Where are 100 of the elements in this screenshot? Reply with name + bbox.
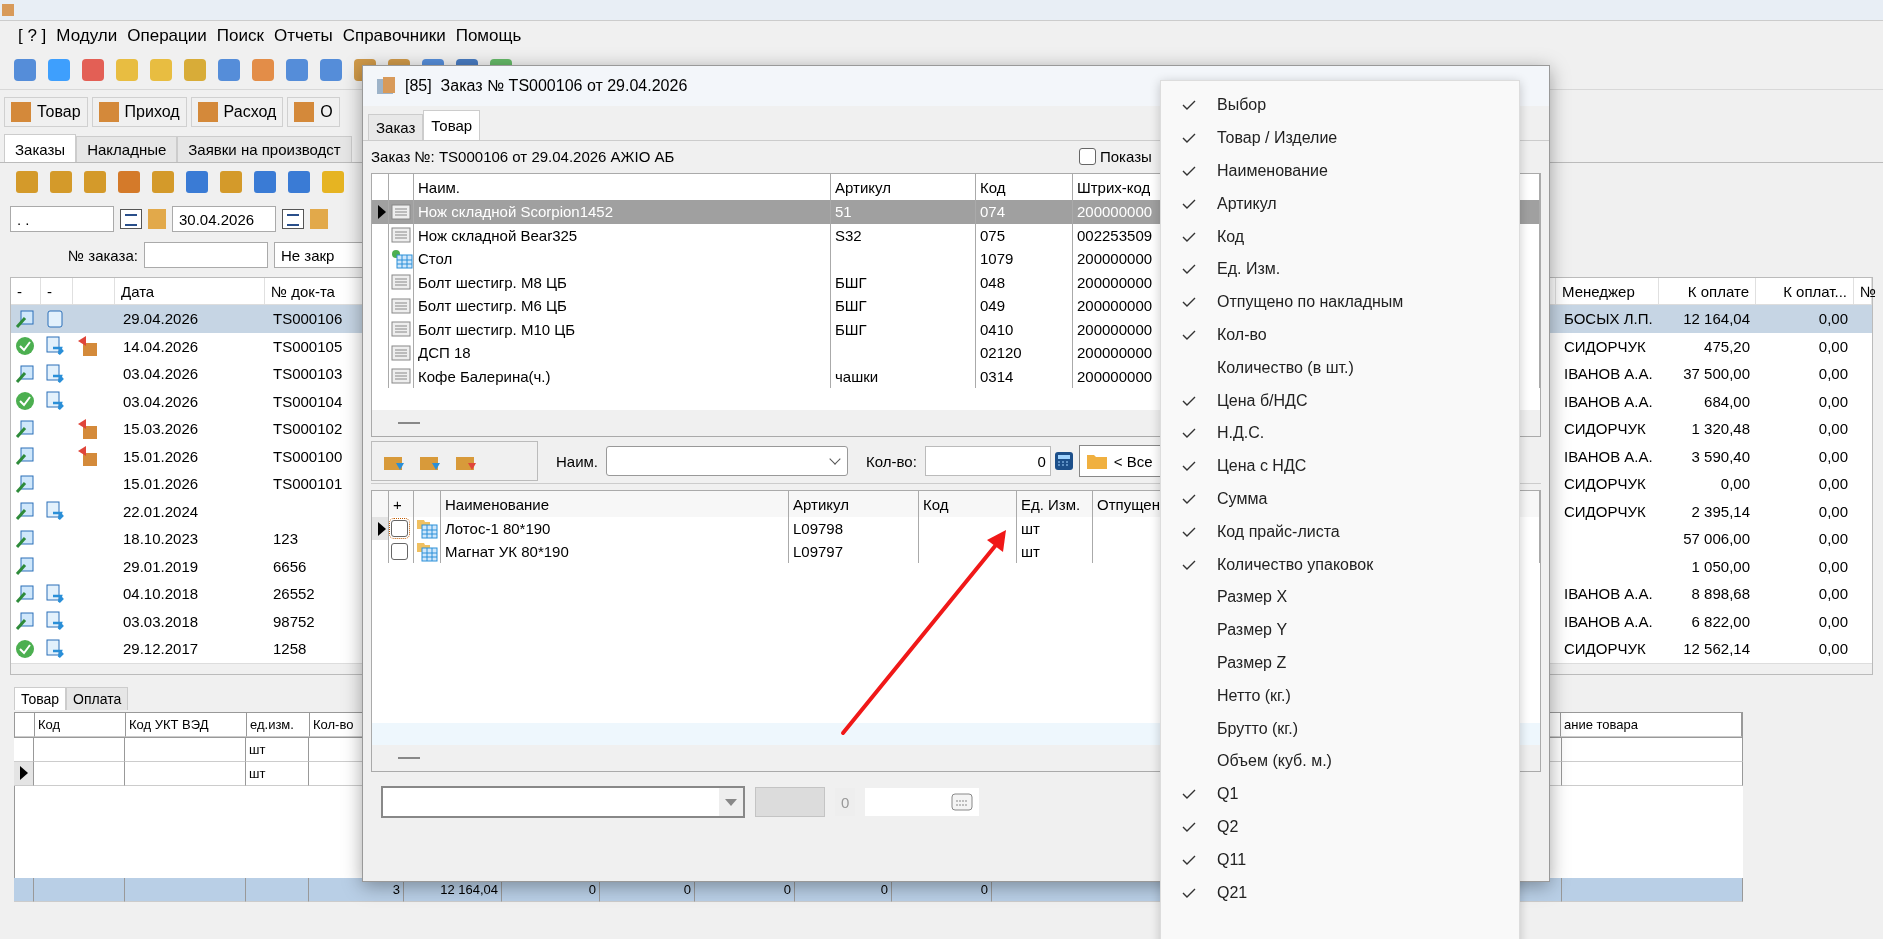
menu-item[interactable]: Размер Z [1161,646,1519,680]
list-icon [391,226,411,245]
menu-item[interactable]: Наименование [1161,154,1519,188]
menu-item[interactable]: Объем (куб. м.) [1161,744,1519,778]
table-cell-text: 3 590,40 [1690,446,1751,467]
table-cell-text: 0,00 [1817,584,1849,605]
name-dropdown[interactable] [606,446,849,476]
column-header[interactable]: К оплат... [1756,278,1854,304]
date-field[interactable]: . . [10,206,114,232]
tab[interactable]: Заказ [368,114,424,140]
table-cell-text: 1258 [272,639,308,660]
table-cell-text: 6 822,00 [1690,611,1751,632]
table-cell: шт [246,737,309,762]
tab[interactable]: Оплата [66,686,129,710]
table-cell-text: 98752 [272,611,316,632]
column-header[interactable]: Наименование [441,491,789,517]
menu-item[interactable]: Q11 [1161,843,1519,877]
menu-item[interactable]: Сумма [1161,482,1519,516]
column-header[interactable]: Менеджер [1556,278,1659,304]
order-number-field[interactable] [143,242,268,268]
menu-item[interactable]: Брутто (кг.) [1161,712,1519,745]
column-header[interactable]: ание товара [1561,712,1742,737]
menu-item[interactable]: Нетто (кг.) [1161,679,1519,713]
table-cell-text: TS000101 [272,474,344,495]
menu-item[interactable]: [ ? ] [18,26,47,46]
table-cell-text: TS000102 [272,419,344,440]
column-header[interactable]: Код [35,712,126,737]
field-label: Наим. [556,452,599,470]
table-cell-text: TS000106 [272,309,344,330]
menu-item[interactable]: Размер Y [1161,613,1519,647]
menu-item[interactable]: Q2 [1161,810,1519,844]
column-header[interactable]: Ед. Изм. [1017,491,1093,517]
calendar-icon[interactable] [282,209,304,229]
table-cell-text: 03.04.2026 [122,391,200,412]
table-cell-text: 15.01.2026 [122,446,200,467]
table-cell: 1079 [976,247,1073,271]
table-cell-text: 1 320,48 [1690,419,1751,440]
toolbar-button[interactable]: Расход [190,97,284,127]
column-header[interactable]: ед.изм. [247,712,310,737]
menu-item[interactable]: Операции [127,26,207,46]
table-cell: 0314 [976,364,1073,388]
checkbox[interactable] [391,543,408,560]
menu-item[interactable]: Отчеты [273,26,333,46]
menu-item[interactable]: Выбор [1161,89,1519,122]
menu-item[interactable]: Поиск [216,26,264,46]
toolbar-button[interactable]: Приход [91,97,187,127]
table-cell-text: 475,20 [1703,336,1751,357]
column-header[interactable]: Артикул [789,491,919,517]
column-header[interactable]: Дата [115,278,265,304]
table-cell: шт [1017,517,1093,540]
checkbox[interactable] [1079,147,1096,165]
table-cell: 049 [976,294,1073,318]
menu-item[interactable]: Q1 [1161,777,1519,811]
menu-item[interactable]: Н.Д.С. [1161,416,1519,450]
menu-item[interactable]: Помощь [455,26,522,46]
column-header[interactable]: К оплате [1659,278,1756,304]
quantity-field[interactable]: 0 [924,446,1051,476]
tab[interactable]: Товар [14,686,67,710]
column-header[interactable]: Код [919,491,1017,517]
column-header[interactable]: - [11,278,41,304]
table-cell-text: 0,00 [1817,474,1849,495]
table-cell-text: 0,00 [1817,529,1849,550]
column-header[interactable]: - [41,278,73,304]
calendar-icon[interactable] [120,209,142,229]
menu-item[interactable]: Количество упаковок [1161,548,1519,581]
menu-item[interactable]: Товар / Изделие [1161,121,1519,155]
menu-item[interactable]: Модули [56,26,118,46]
toolbar-button[interactable]: О [287,97,340,127]
list-icon [391,367,411,386]
dropdown[interactable] [381,786,745,818]
tab[interactable]: Заявки на производст [177,136,352,162]
table-cell-text: 0,00 [1817,309,1849,330]
app-icon [2,4,14,16]
table-cell: чашки [831,364,976,388]
table-cell-text: 26552 [272,584,316,605]
column-header[interactable]: Код УКТ ВЭД [126,712,247,737]
table-cell-text: 123 [272,529,300,550]
checkbox[interactable] [391,520,408,537]
menu-item[interactable]: Размер X [1161,580,1519,614]
table-cell-text: 8 898,68 [1690,584,1751,605]
table-cell: 02120 [976,341,1073,365]
calculator-icon[interactable] [1052,450,1075,472]
menu-item[interactable]: Цена с НДС [1161,449,1519,483]
column-header[interactable]: + [389,491,414,517]
checkbox-label: Показы [1100,147,1152,165]
menu-item[interactable]: Справочники [342,26,446,46]
table-cell-text: 14.04.2026 [122,336,200,357]
input-field[interactable] [865,788,980,816]
tab[interactable]: Заказы [4,134,77,162]
table-cell-text: 0,00 [1817,501,1849,522]
menu-item[interactable]: Код прайс-листа [1161,515,1519,549]
table-cell-text: СИДОРЧУК [1563,419,1647,440]
tab[interactable]: Товар [423,110,481,140]
date-field[interactable]: 30.04.2026 [172,206,276,232]
menu-item[interactable]: Q21 [1161,876,1519,909]
tab[interactable]: Накладные [76,136,178,162]
table-grid-icon [391,248,413,269]
table-cell-text: 12 164,04 [1682,309,1751,330]
table-cell-text: 0,00 [1817,556,1849,577]
toolbar-button[interactable]: Товар [4,97,88,127]
